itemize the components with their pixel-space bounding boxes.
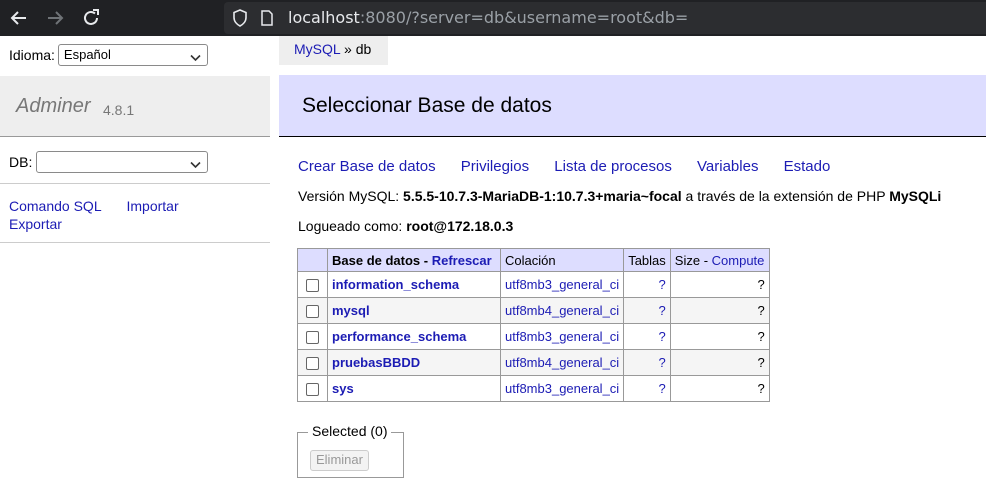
db-label: DB: <box>9 154 33 170</box>
collation-link[interactable]: utf8mb4_general_ci <box>505 355 619 370</box>
language-selected: Español <box>63 47 111 62</box>
url-host: localhost <box>288 8 360 27</box>
table-row: sys utf8mb3_general_ci ? ? <box>297 375 770 402</box>
app-header: Adminer 4.8.1 <box>0 76 270 137</box>
table-row: mysql utf8mb4_general_ci ? ? <box>297 297 770 324</box>
sql-command-link[interactable]: Comando SQL <box>9 197 102 215</box>
database-link[interactable]: performance_schema <box>332 329 466 344</box>
database-table: Base de datos - Refrescar Colación Tabla… <box>297 248 770 402</box>
reload-icon[interactable] <box>79 6 103 30</box>
version-label: Versión MySQL: <box>298 188 400 204</box>
header-separator: - <box>420 252 432 268</box>
language-label: Idioma: <box>9 47 55 63</box>
url-text[interactable]: localhost:8080/?server=db&username=root&… <box>288 8 688 27</box>
row-checkbox[interactable] <box>306 305 319 319</box>
page-title: Seleccionar Base de datos <box>302 94 552 117</box>
select-all-header <box>297 248 328 272</box>
version-suffix: a través de la extensión de PHP <box>685 188 886 204</box>
collation-link[interactable]: utf8mb3_general_ci <box>505 329 619 344</box>
size-header: Size - Compute <box>669 248 770 272</box>
header-separator: - <box>700 252 712 268</box>
database-link[interactable]: pruebasBBDD <box>332 355 420 370</box>
table-row: performance_schema utf8mb3_general_ci ? … <box>297 323 770 350</box>
refresh-link[interactable]: Refrescar <box>432 253 492 268</box>
app-version: 4.8.1 <box>103 102 135 118</box>
database-header-label: Base de datos <box>332 252 421 268</box>
row-checkbox[interactable] <box>306 383 319 397</box>
database-link[interactable]: information_schema <box>332 277 459 292</box>
size-header-label: Size <box>674 252 701 268</box>
db-row: DB: <box>9 151 209 173</box>
collation-link[interactable]: utf8mb4_general_ci <box>505 303 619 318</box>
sidebar: Idioma: Español Adminer 4.8.1 DB: Comand… <box>0 36 270 492</box>
language-row: Idioma: Español <box>9 44 208 66</box>
app-name[interactable]: Adminer <box>16 95 90 118</box>
selection-legend[interactable]: Selected (0) <box>308 423 392 439</box>
row-checkbox[interactable] <box>306 279 319 293</box>
page-header: Seleccionar Base de datos <box>279 75 986 137</box>
page-icon[interactable] <box>260 10 274 29</box>
breadcrumb-separator: » <box>344 41 352 57</box>
database-link[interactable]: sys <box>332 381 354 396</box>
db-select[interactable] <box>36 151 209 173</box>
chevron-down-icon <box>190 157 201 172</box>
tables-header: Tablas <box>623 248 671 272</box>
divider <box>0 242 270 243</box>
tables-count-link[interactable]: ? <box>659 277 666 292</box>
table-row: pruebasBBDD utf8mb4_general_ci ? ? <box>297 349 770 376</box>
table-row: information_schema utf8mb3_general_ci ? … <box>297 271 770 298</box>
version-line: Versión MySQL: 5.5.5-10.7.3-MariaDB-1:10… <box>298 188 941 204</box>
tables-count-link[interactable]: ? <box>659 381 666 396</box>
database-header: Base de datos - Refrescar <box>327 248 501 272</box>
logged-user: root@172.18.0.3 <box>406 218 514 234</box>
language-select[interactable]: Español <box>57 44 208 66</box>
database-link[interactable]: mysql <box>332 303 370 318</box>
size-value: ? <box>669 297 770 324</box>
process-list-link[interactable]: Lista de procesos <box>554 158 672 175</box>
size-value: ? <box>669 271 770 298</box>
breadcrumb: MySQL » db <box>279 36 388 65</box>
tables-count-link[interactable]: ? <box>659 355 666 370</box>
delete-button[interactable]: Eliminar <box>310 450 369 471</box>
size-value: ? <box>669 323 770 350</box>
logged-line: Logueado como: root@172.18.0.3 <box>298 218 513 234</box>
privileges-link[interactable]: Privilegios <box>461 158 529 175</box>
tables-count-link[interactable]: ? <box>659 329 666 344</box>
create-database-link[interactable]: Crear Base de datos <box>298 158 436 175</box>
version-value: 5.5.5-10.7.3-MariaDB-1:10.7.3+maria~foca… <box>403 188 682 204</box>
collation-link[interactable]: utf8mb3_general_ci <box>505 277 619 292</box>
status-link[interactable]: Estado <box>784 158 831 175</box>
php-extension: MySQLi <box>889 188 942 204</box>
back-icon[interactable] <box>7 6 31 30</box>
collation-link[interactable]: utf8mb3_general_ci <box>505 381 619 396</box>
selection-fieldset: Selected (0) Eliminar <box>297 423 404 478</box>
action-links: Crear Base de datos Privilegios Lista de… <box>298 158 851 175</box>
chevron-down-icon <box>190 50 201 65</box>
row-checkbox[interactable] <box>306 331 319 345</box>
divider <box>0 183 270 184</box>
table-header-row: Base de datos - Refrescar Colación Tabla… <box>297 248 770 272</box>
variables-link[interactable]: Variables <box>697 158 758 175</box>
size-value: ? <box>669 349 770 376</box>
import-link[interactable]: Importar <box>127 197 179 215</box>
shield-icon[interactable] <box>232 9 248 30</box>
address-bar[interactable]: localhost:8080/?server=db&username=root&… <box>224 2 986 34</box>
url-path: :8080/?server=db&username=root&db= <box>359 8 689 27</box>
size-value: ? <box>669 375 770 402</box>
breadcrumb-root[interactable]: MySQL <box>294 41 340 57</box>
row-checkbox[interactable] <box>306 357 319 371</box>
forward-icon[interactable] <box>43 6 67 30</box>
compute-link[interactable]: Compute <box>712 253 765 268</box>
collation-header: Colación <box>499 248 625 272</box>
breadcrumb-current: db <box>355 41 372 57</box>
browser-toolbar: localhost:8080/?server=db&username=root&… <box>0 0 986 36</box>
export-link[interactable]: Exportar <box>9 215 62 233</box>
tables-count-link[interactable]: ? <box>659 303 666 318</box>
logged-label: Logueado como: <box>298 218 403 234</box>
sidebar-links: Comando SQL Importar Exportar <box>9 197 179 233</box>
